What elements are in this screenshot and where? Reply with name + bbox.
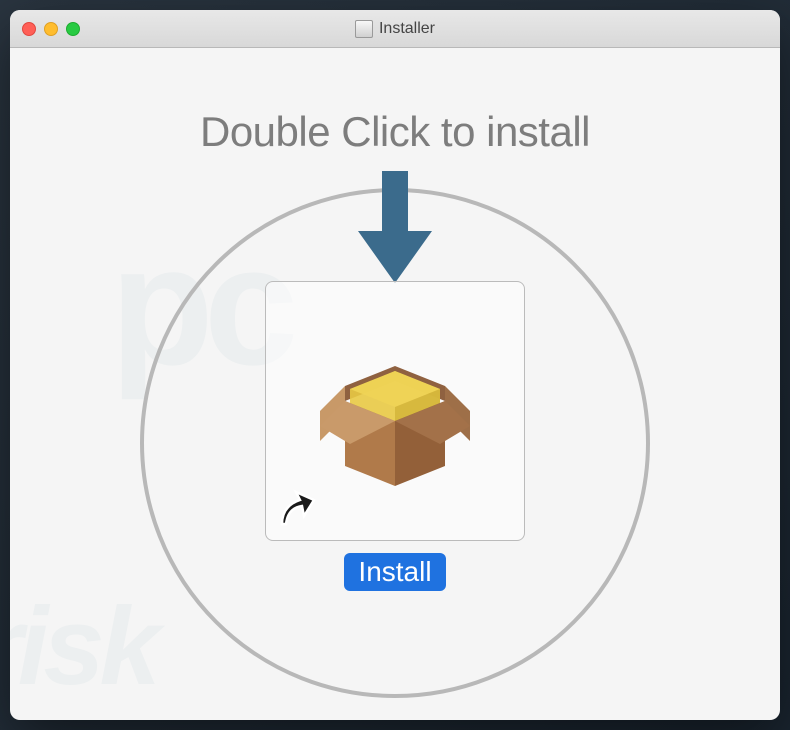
- instruction-text: Double Click to install: [200, 108, 590, 156]
- installer-window: Installer pc risk Double Click to instal…: [10, 10, 780, 720]
- package-icon: [295, 311, 495, 511]
- watermark-text-bottom: risk: [10, 583, 156, 710]
- installer-icon-container[interactable]: [265, 281, 525, 541]
- window-title: Installer: [379, 20, 435, 38]
- minimize-icon[interactable]: [44, 22, 58, 36]
- maximize-icon[interactable]: [66, 22, 80, 36]
- window-content: pc risk Double Click to install: [10, 48, 780, 720]
- window-titlebar: Installer: [10, 10, 780, 48]
- traffic-lights: [22, 22, 80, 36]
- disk-icon: [355, 20, 373, 38]
- shortcut-arrow-icon: [274, 488, 318, 532]
- install-button[interactable]: Install: [344, 553, 445, 591]
- arrow-down-icon: [350, 171, 440, 291]
- close-icon[interactable]: [22, 22, 36, 36]
- title-area: Installer: [355, 20, 435, 38]
